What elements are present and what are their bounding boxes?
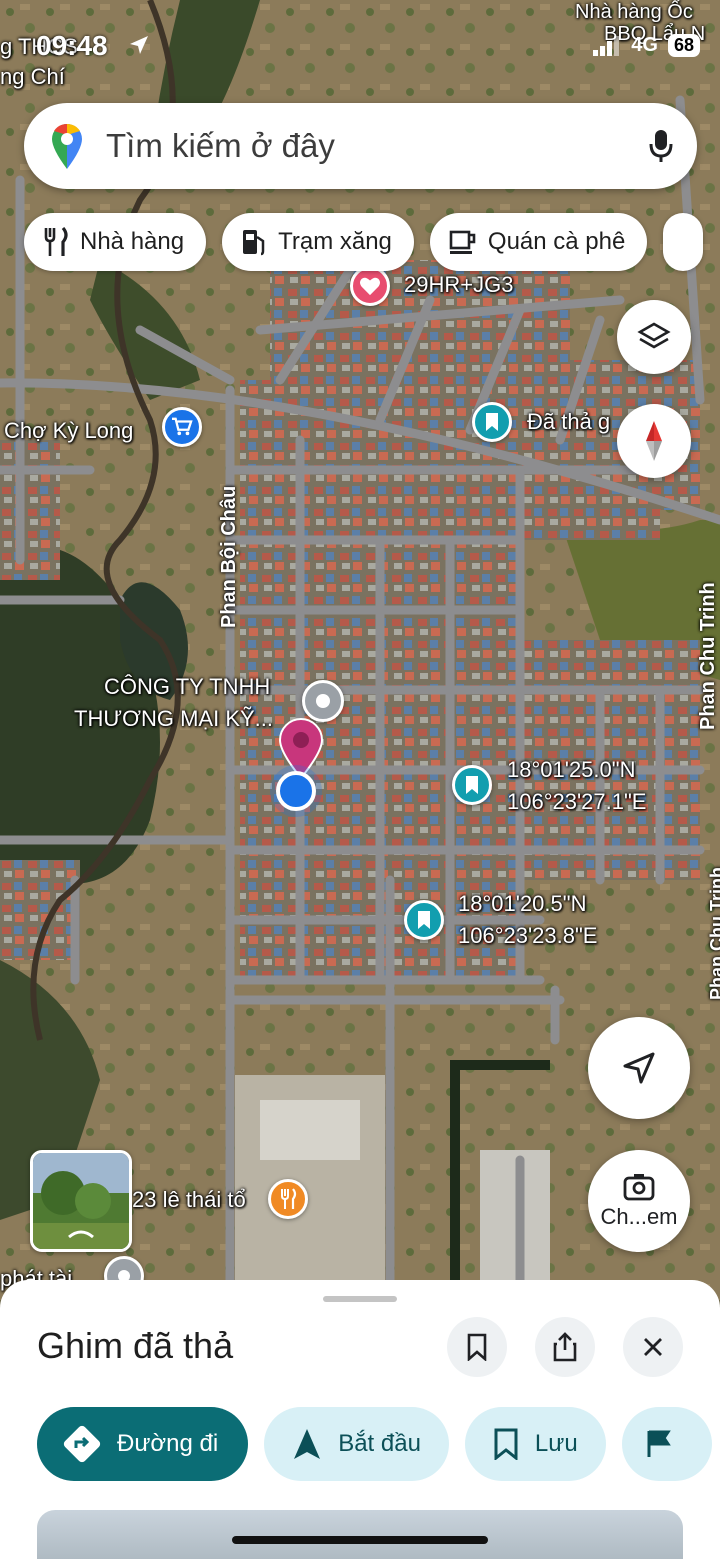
bookmark-icon bbox=[467, 1333, 487, 1361]
lens-label: Ch...em bbox=[600, 1204, 678, 1229]
chip-label: Trạm xăng bbox=[278, 228, 392, 255]
gas-station-icon bbox=[243, 230, 265, 256]
status-right: 4G 68 bbox=[593, 34, 700, 57]
bookmark-button[interactable] bbox=[447, 1317, 507, 1377]
shopping-cart-icon[interactable] bbox=[162, 407, 202, 447]
street-label-phan-chu-trinh: Phan Chu Trinh bbox=[697, 582, 719, 730]
home-indicator bbox=[232, 1536, 488, 1544]
network-type: 4G bbox=[631, 34, 658, 56]
save-label: Lưu bbox=[534, 1430, 578, 1457]
layers-icon bbox=[637, 322, 671, 349]
search-input[interactable]: Tìm kiếm ở đây bbox=[106, 127, 649, 165]
share-button[interactable] bbox=[535, 1317, 595, 1377]
bottom-sheet[interactable]: Ghim đã thả Đường đi Bắt đầu Lưu bbox=[0, 1280, 720, 1559]
compass-button[interactable] bbox=[617, 404, 691, 478]
search-bar[interactable]: Tìm kiếm ở đây bbox=[24, 103, 697, 189]
poi-label-market[interactable]: Chợ Kỳ Long bbox=[4, 418, 133, 444]
company-label-line1[interactable]: CÔNG TY TNHH bbox=[104, 674, 270, 700]
chip-label: Nhà hàng bbox=[80, 228, 185, 255]
location-arrow-icon bbox=[130, 36, 148, 54]
my-location-button[interactable] bbox=[588, 1017, 690, 1119]
chip-label: Quán cà phê bbox=[487, 228, 626, 255]
sheet-drag-handle[interactable] bbox=[323, 1296, 397, 1302]
restaurant-icon bbox=[44, 227, 68, 256]
compass-icon bbox=[646, 421, 662, 461]
coordinate-label-2-lat[interactable]: 18°01'20.5"N bbox=[458, 891, 586, 917]
saved-pin-icon[interactable] bbox=[404, 900, 444, 940]
coordinate-label-1-lat[interactable]: 18°01'25.0"N bbox=[507, 757, 635, 783]
directions-label: Đường đi bbox=[117, 1430, 219, 1457]
street-label-phan-chu-trinh-2: Phan Chu Trinh bbox=[707, 867, 720, 1000]
coffee-icon bbox=[449, 230, 476, 254]
chip-more[interactable] bbox=[663, 213, 704, 271]
camera-lens-icon bbox=[623, 1174, 655, 1201]
lens-button[interactable]: Ch...em bbox=[588, 1150, 690, 1252]
saved-pin-icon[interactable] bbox=[452, 765, 492, 805]
directions-icon bbox=[63, 1425, 101, 1463]
close-button[interactable] bbox=[623, 1317, 683, 1377]
coordinate-label-1-lng[interactable]: 106°23'27.1"E bbox=[507, 789, 646, 815]
street-view-thumbnail[interactable] bbox=[30, 1150, 132, 1252]
start-label: Bắt đầu bbox=[338, 1430, 421, 1457]
chip-gas-stations[interactable]: Trạm xăng bbox=[222, 213, 414, 271]
category-chips: Nhà hàng Trạm xăng Quán cà phê bbox=[24, 213, 704, 271]
chip-restaurants[interactable]: Nhà hàng bbox=[24, 213, 207, 271]
plus-code-label[interactable]: 29HR+JG3 bbox=[404, 272, 513, 298]
close-icon bbox=[644, 1338, 662, 1356]
my-location-dot bbox=[276, 771, 316, 811]
save-button[interactable]: Lưu bbox=[464, 1407, 606, 1481]
microphone-icon[interactable] bbox=[649, 128, 673, 164]
directions-button[interactable]: Đường đi bbox=[37, 1407, 249, 1481]
google-maps-logo-icon bbox=[52, 123, 82, 169]
fork-knife-icon[interactable] bbox=[268, 1179, 308, 1219]
dropped-pin-label[interactable]: Đã thả g bbox=[527, 409, 610, 435]
map-view[interactable]: g THCS ng Chí Nhà hàng Ốc BBQ Lẩu N 29HR… bbox=[0, 0, 720, 1300]
share-icon bbox=[553, 1332, 577, 1362]
sheet-actions: Đường đi Bắt đầu Lưu bbox=[37, 1407, 712, 1481]
battery-level: 68 bbox=[667, 34, 700, 57]
place-photo-preview[interactable] bbox=[37, 1510, 683, 1559]
layers-button[interactable] bbox=[617, 300, 691, 374]
navigation-start-icon bbox=[294, 1429, 321, 1459]
status-time: 09:48 bbox=[36, 30, 108, 61]
company-label-line2[interactable]: THƯƠNG MẠI KỸ... bbox=[74, 706, 273, 732]
sheet-title: Ghim đã thả bbox=[37, 1325, 234, 1366]
status-bar: 09:48 4G 68 bbox=[0, 0, 720, 80]
coordinate-label-2-lng[interactable]: 106°23'23.8"E bbox=[458, 923, 597, 949]
saved-pin-icon[interactable] bbox=[472, 402, 512, 442]
navigation-arrow-icon bbox=[623, 1052, 655, 1084]
start-button[interactable]: Bắt đầu bbox=[264, 1407, 449, 1481]
chip-coffee[interactable]: Quán cà phê bbox=[429, 213, 648, 271]
signal-icon bbox=[593, 35, 620, 56]
flag-icon bbox=[647, 1430, 671, 1457]
favorite-heart-icon[interactable] bbox=[350, 266, 390, 306]
more-action-button[interactable] bbox=[621, 1407, 712, 1481]
poi-label-restaurant[interactable]: 23 lê thái tổ bbox=[132, 1187, 246, 1213]
bookmark-icon bbox=[494, 1428, 518, 1460]
street-label-phan-boi-chau: Phan Bội Châu bbox=[218, 485, 240, 628]
